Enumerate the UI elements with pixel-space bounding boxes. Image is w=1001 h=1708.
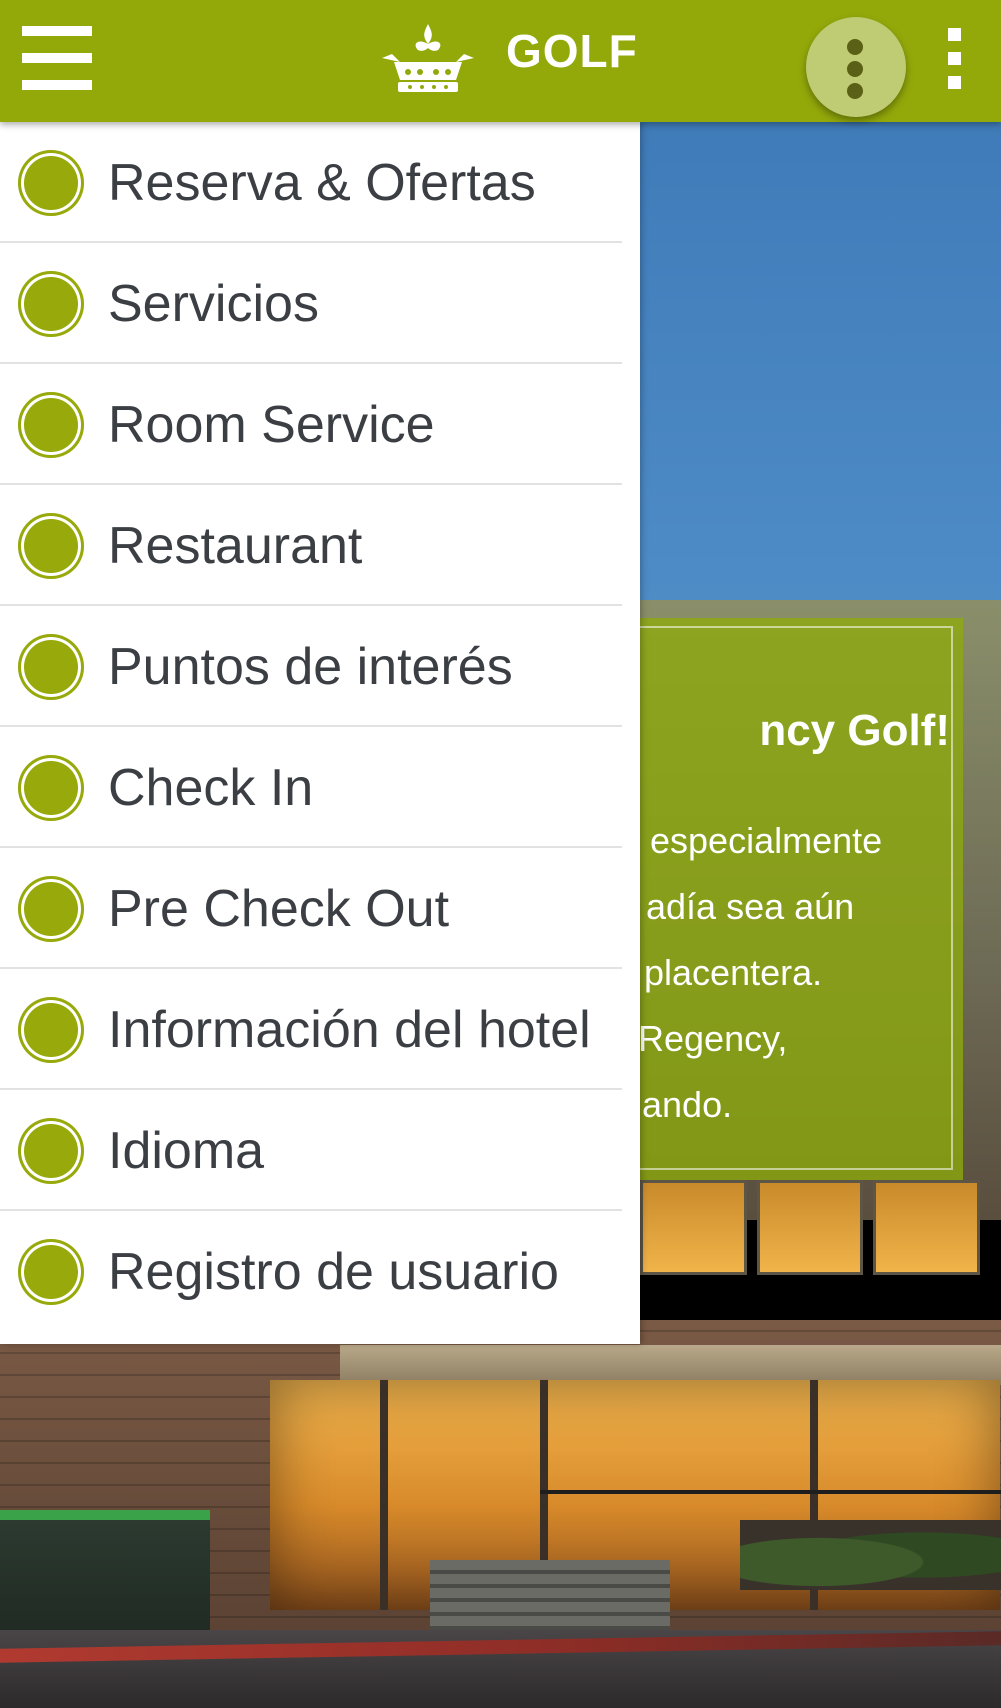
- bullet-icon: [18, 1117, 84, 1184]
- drawer-item-restaurant[interactable]: Restaurant: [0, 485, 640, 606]
- bullet-icon: [18, 391, 84, 458]
- drawer-item-registro-de-usuario[interactable]: Registro de usuario: [0, 1211, 640, 1332]
- bullet-icon: [18, 633, 84, 700]
- bullet-icon: [18, 996, 84, 1063]
- bullet-icon: [18, 754, 84, 821]
- lobby-pillar: [380, 1380, 388, 1610]
- drawer-item-label: Idioma: [108, 1121, 265, 1180]
- drawer-item-idioma[interactable]: Idioma: [0, 1090, 640, 1211]
- drawer-item-label: Información del hotel: [108, 1000, 591, 1059]
- drawer-item-label: Pre Check Out: [108, 879, 450, 938]
- drawer-item-label: Registro de usuario: [108, 1242, 559, 1301]
- drawer-item-informacion-del-hotel[interactable]: Información del hotel: [0, 969, 640, 1090]
- railing: [540, 1490, 1001, 1494]
- entrance-awning: [340, 1345, 1001, 1385]
- drawer-item-check-in[interactable]: Check In: [0, 727, 640, 848]
- more-options-button[interactable]: [806, 17, 906, 117]
- entrance-stairs: [430, 1560, 670, 1630]
- more-vertical-icon: [847, 39, 863, 105]
- drawer-item-room-service[interactable]: Room Service: [0, 364, 640, 485]
- lit-windows: [640, 1180, 981, 1275]
- side-door: [0, 1510, 210, 1640]
- drawer-item-label: Puntos de interés: [108, 637, 513, 696]
- app-title: GOLF: [506, 25, 638, 77]
- drawer-item-label: Reserva & Ofertas: [108, 153, 536, 212]
- drawer-item-label: Room Service: [108, 395, 435, 454]
- bullet-icon: [18, 149, 84, 216]
- drawer-item-pre-check-out[interactable]: Pre Check Out: [0, 848, 640, 969]
- drawer-item-reserva-ofertas[interactable]: Reserva & Ofertas: [0, 122, 640, 243]
- drawer-item-label: Check In: [108, 758, 314, 817]
- shrubs: [740, 1520, 1001, 1590]
- overflow-menu-icon[interactable]: [948, 28, 961, 100]
- bullet-icon: [18, 512, 84, 579]
- bullet-icon: [18, 1238, 84, 1305]
- drawer-item-servicios[interactable]: Servicios: [0, 243, 640, 364]
- crown-logo-icon: [382, 24, 474, 92]
- app-bar: GOLF: [0, 0, 1001, 122]
- hamburger-menu-icon[interactable]: [22, 26, 92, 90]
- bullet-icon: [18, 875, 84, 942]
- bullet-icon: [18, 270, 84, 337]
- drawer-item-puntos-de-interes[interactable]: Puntos de interés: [0, 606, 640, 727]
- drawer-item-label: Restaurant: [108, 516, 363, 575]
- navigation-drawer: Reserva & Ofertas Servicios Room Service…: [0, 122, 640, 1344]
- drawer-item-label: Servicios: [108, 274, 319, 333]
